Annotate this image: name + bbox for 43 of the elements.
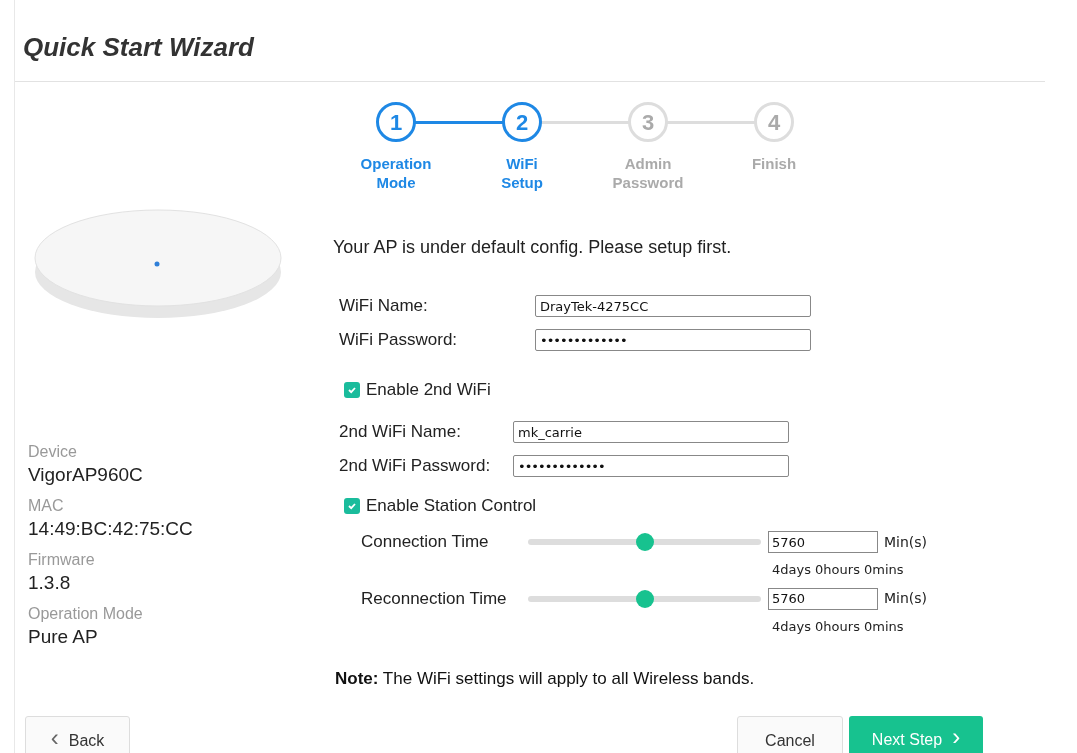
info-label: MAC bbox=[28, 496, 65, 516]
minutes-field[interactable]: 5760 bbox=[768, 531, 878, 553]
checkbox[interactable] bbox=[344, 498, 360, 514]
slider-thumb[interactable] bbox=[635, 589, 654, 608]
step-label: Admin Password bbox=[611, 154, 685, 192]
password-field[interactable]: ••••••••••••• bbox=[535, 329, 811, 351]
step-label: Operation Mode bbox=[359, 154, 433, 192]
info-label: Operation Mode bbox=[28, 604, 144, 624]
step-label: Finish bbox=[750, 154, 798, 173]
note-text: Note: The WiFi settings will apply to all Wireless bands. bbox=[334, 668, 756, 690]
password-field[interactable]: ••••••••••••• bbox=[513, 455, 789, 477]
slider-label: Connection Time bbox=[361, 531, 490, 554]
slider[interactable] bbox=[528, 589, 761, 608]
field-label: WiFi Name: bbox=[339, 295, 429, 318]
intro-text: Your AP is under default config. Please setup first. bbox=[333, 236, 733, 259]
field-label: WiFi Password: bbox=[339, 329, 459, 352]
input-field[interactable]: mk_carrie bbox=[513, 421, 789, 443]
checkbox[interactable] bbox=[344, 382, 360, 398]
duration-reading: 4days 0hours 0mins bbox=[772, 561, 905, 579]
info-value: Pure AP bbox=[28, 625, 99, 649]
field-label: 2nd WiFi Name: bbox=[339, 421, 462, 444]
slider[interactable] bbox=[528, 533, 761, 551]
page-title: Quick Start Wizard bbox=[23, 31, 256, 64]
duration-reading: 4days 0hours 0mins bbox=[772, 617, 905, 636]
minutes-field[interactable]: 5760 bbox=[768, 587, 878, 610]
slider-thumb[interactable] bbox=[635, 533, 654, 551]
info-value: 1.3.8 bbox=[28, 571, 72, 595]
field-label: 2nd WiFi Password: bbox=[339, 455, 492, 478]
unit-label: Min(s) bbox=[884, 589, 928, 608]
checkmark-icon bbox=[347, 501, 357, 511]
slider-label: Reconnection Time bbox=[361, 587, 508, 610]
checkmark-icon bbox=[347, 385, 357, 395]
checkbox-label: Enable Station Control bbox=[366, 495, 537, 518]
unit-label: Min(s) bbox=[884, 532, 928, 552]
step-label: WiFi Setup bbox=[500, 154, 544, 192]
info-value: VigorAP960C bbox=[28, 463, 144, 487]
back-button[interactable]: ‹ Back bbox=[25, 716, 130, 753]
info-value: 14:49:BC:42:75:CC bbox=[28, 517, 194, 541]
info-label: Device bbox=[28, 442, 78, 462]
info-label: Firmware bbox=[28, 550, 96, 570]
checkbox-label: Enable 2nd WiFi bbox=[366, 379, 491, 402]
input-field[interactable]: DrayTek-4275CC bbox=[535, 295, 811, 317]
cancel-button[interactable]: Cancel bbox=[737, 716, 843, 753]
